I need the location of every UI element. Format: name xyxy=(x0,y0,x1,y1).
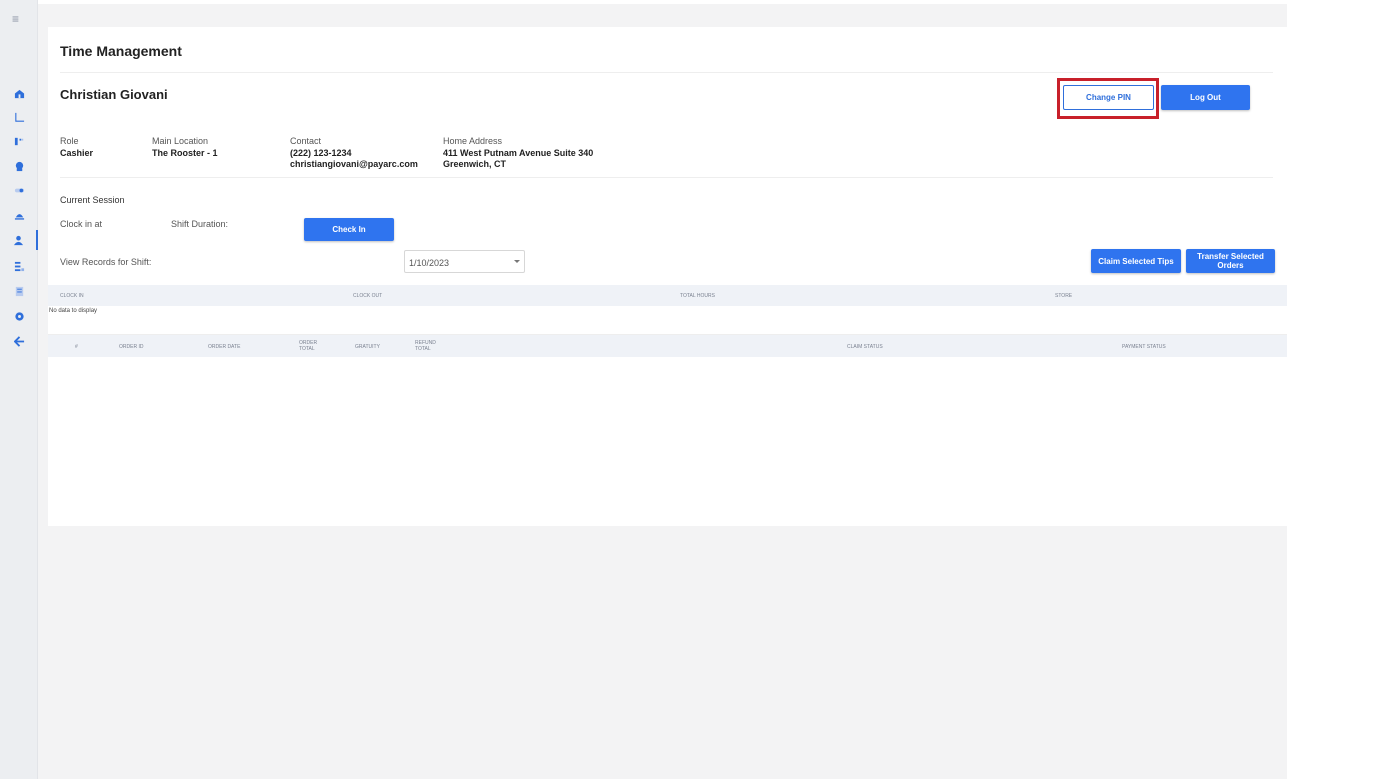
back-arrow-icon xyxy=(13,335,24,347)
col-refund-total[interactable]: REFUND TOTAL xyxy=(415,340,445,352)
view-records-label: View Records for Shift: xyxy=(60,257,152,267)
shift-duration-label: Shift Duration: xyxy=(171,219,229,229)
role-label: Role xyxy=(60,136,79,146)
chart-icon xyxy=(14,112,24,122)
right-gutter xyxy=(1287,4,1382,779)
person-icon xyxy=(13,235,23,245)
nav-reports[interactable] xyxy=(0,107,38,127)
employee-name: Christian Giovani xyxy=(60,87,168,102)
nav-menu[interactable] xyxy=(0,156,38,176)
session-title: Current Session xyxy=(60,195,125,205)
col-clock-in[interactable]: CLOCK IN xyxy=(60,293,84,299)
location-value: The Rooster - 1 xyxy=(152,148,218,158)
home-icon xyxy=(14,89,24,98)
nav-back[interactable] xyxy=(0,331,38,351)
phone-value: (222) 123-1234 xyxy=(290,148,352,158)
nav-orders[interactable] xyxy=(0,205,38,225)
transfer-selected-orders-button[interactable]: Transfer Selected Orders xyxy=(1186,249,1275,273)
address-line2: Greenwich, CT xyxy=(443,159,507,169)
nav-inventory[interactable] xyxy=(0,256,38,276)
tag-icon xyxy=(14,137,23,145)
col-index[interactable]: # xyxy=(75,344,78,350)
nav-settings[interactable] xyxy=(0,306,38,326)
contact-label: Contact xyxy=(290,136,322,146)
menu-icon[interactable]: ≡ xyxy=(12,12,19,26)
shift-table-header: CLOCK IN CLOCK OUT TOTAL HOURS STORE xyxy=(48,285,1287,306)
toggle-icon xyxy=(14,188,24,192)
email-value: christiangiovani@payarc.com xyxy=(290,159,418,169)
divider xyxy=(60,177,1273,178)
col-order-date[interactable]: ORDER DATE xyxy=(208,344,240,350)
col-gratuity[interactable]: GRATUITY xyxy=(355,344,380,350)
col-store[interactable]: STORE xyxy=(1055,293,1072,299)
clock-in-label: Clock in at xyxy=(60,219,103,229)
chef-hat-icon xyxy=(15,161,23,171)
col-order-id[interactable]: ORDER ID xyxy=(119,344,143,350)
document-icon xyxy=(15,286,23,296)
address-label: Home Address xyxy=(443,136,503,146)
nav-employees[interactable] xyxy=(0,230,38,250)
nav-discounts[interactable] xyxy=(0,131,38,151)
nav-home[interactable] xyxy=(0,83,38,103)
list-icon xyxy=(14,261,24,271)
col-total-hours[interactable]: TOTAL HOURS xyxy=(680,293,715,299)
shift-date-value: 1/10/2023 xyxy=(409,258,450,268)
transfer-label-line1: Transfer Selected xyxy=(1197,252,1264,261)
nav-rail: ≡ xyxy=(0,0,38,779)
col-payment-status[interactable]: PAYMENT STATUS xyxy=(1122,344,1166,350)
check-in-button[interactable]: Check In xyxy=(304,218,394,241)
nav-devices[interactable] xyxy=(0,180,38,200)
col-clock-out[interactable]: CLOCK OUT xyxy=(353,293,382,299)
log-out-button[interactable]: Log Out xyxy=(1161,85,1250,110)
divider xyxy=(60,72,1273,73)
col-claim-status[interactable]: CLAIM STATUS xyxy=(847,344,883,350)
claim-selected-tips-button[interactable]: Claim Selected Tips xyxy=(1091,249,1181,273)
location-label: Main Location xyxy=(152,136,209,146)
transfer-label-line2: Orders xyxy=(1217,261,1244,270)
change-pin-highlight xyxy=(1057,78,1159,119)
orders-table-header: # ORDER ID ORDER DATE ORDER TOTAL GRATUI… xyxy=(48,335,1287,357)
chevron-down-icon xyxy=(514,260,520,263)
tray-icon xyxy=(14,213,24,220)
role-value: Cashier xyxy=(60,148,94,158)
address-line1: 411 West Putnam Avenue Suite 340 xyxy=(443,148,594,158)
top-band xyxy=(38,0,1382,4)
shift-date-select[interactable]: 1/10/2023 xyxy=(404,250,525,273)
gear-icon xyxy=(14,311,24,321)
nav-documents[interactable] xyxy=(0,281,38,301)
shift-table-empty: No data to display xyxy=(49,308,98,314)
col-order-total[interactable]: ORDER TOTAL xyxy=(299,340,329,352)
page-title: Time Management xyxy=(60,43,182,59)
